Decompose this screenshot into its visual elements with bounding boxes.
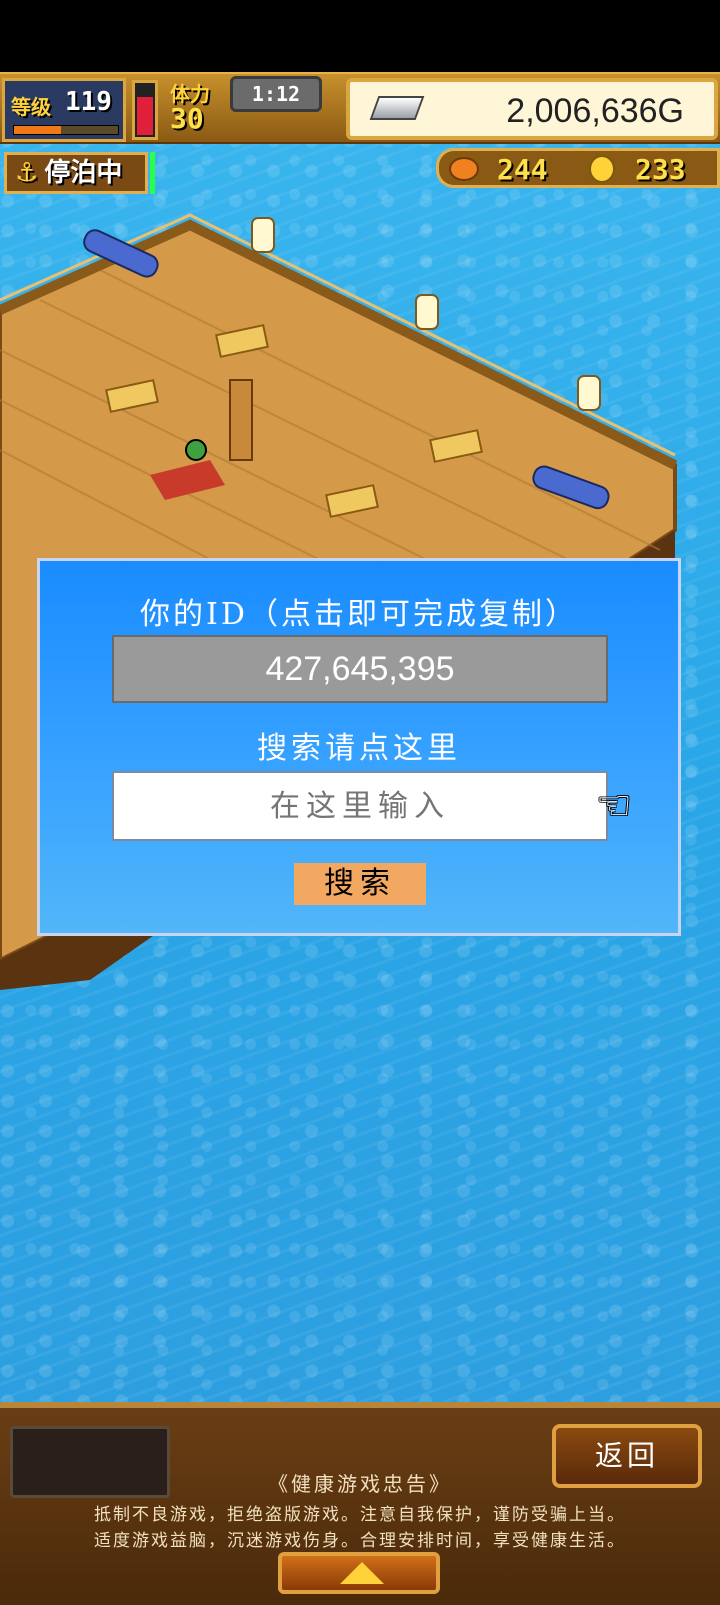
wood-resource-icon — [449, 157, 479, 181]
status-indicator — [150, 152, 155, 194]
level-value: 119 — [65, 87, 112, 117]
player-id-copy-box[interactable]: 427,645,395 — [112, 635, 608, 703]
mast — [229, 379, 253, 461]
gold-value: 2,006,636G — [506, 92, 684, 130]
id-search-dialog: 你的ID（点击即可完成复制） 427,645,395 搜索请点这里 ☜ 搜索 — [37, 558, 681, 936]
health-notice-title: 《健康游戏忠告》 — [268, 1472, 452, 1496]
stamina-timer: 1:12 — [230, 76, 322, 112]
wood-resource-value: 244 — [497, 153, 548, 186]
stamina-bar — [132, 80, 158, 140]
search-input[interactable] — [112, 771, 608, 841]
pointing-hand-icon: ☜ — [596, 783, 632, 829]
bottom-panel: 返回 《健康游戏忠告》 抵制不良游戏，拒绝盗版游戏。注意自我保护，谨防受骗上当。… — [0, 1402, 720, 1605]
up-arrow-icon — [340, 1562, 384, 1584]
top-hud: 等级 119 体力 30 1:12 2,006,636G — [0, 72, 720, 144]
anchor-status-label: 停泊中 — [44, 158, 123, 188]
health-notice-line-2: 适度游戏益脑，沉迷游戏伤身。合理安排时间，享受健康生活。 — [94, 1531, 626, 1551]
silver-bar-icon — [369, 96, 425, 120]
health-notice-line-1: 抵制不良游戏，拒绝盗版游戏。注意自我保护，谨防受骗上当。 — [94, 1505, 626, 1525]
level-label: 等级 — [11, 95, 51, 119]
exp-bar — [13, 125, 119, 135]
coin-medal-value: 233 — [635, 153, 686, 186]
captain-character — [185, 439, 207, 461]
stamina-fill — [137, 97, 153, 135]
expand-menu-button[interactable] — [278, 1552, 440, 1594]
anchor-status-badge[interactable]: ⚓ 停泊中 — [4, 152, 148, 194]
anchor-icon: ⚓ — [15, 158, 39, 188]
search-prompt: 搜索请点这里 — [257, 731, 461, 766]
exp-fill — [14, 126, 61, 134]
search-button[interactable]: 搜索 — [294, 863, 426, 905]
stamina-value: 30 — [170, 102, 204, 135]
coin-medal-icon — [589, 155, 615, 183]
dialog-title: 你的ID（点击即可完成复制） — [140, 597, 578, 632]
resource-bar[interactable]: 244 233 — [436, 148, 720, 188]
gold-panel[interactable]: 2,006,636G — [346, 78, 718, 140]
status-strip — [0, 0, 720, 72]
level-panel[interactable]: 等级 119 — [2, 78, 126, 142]
